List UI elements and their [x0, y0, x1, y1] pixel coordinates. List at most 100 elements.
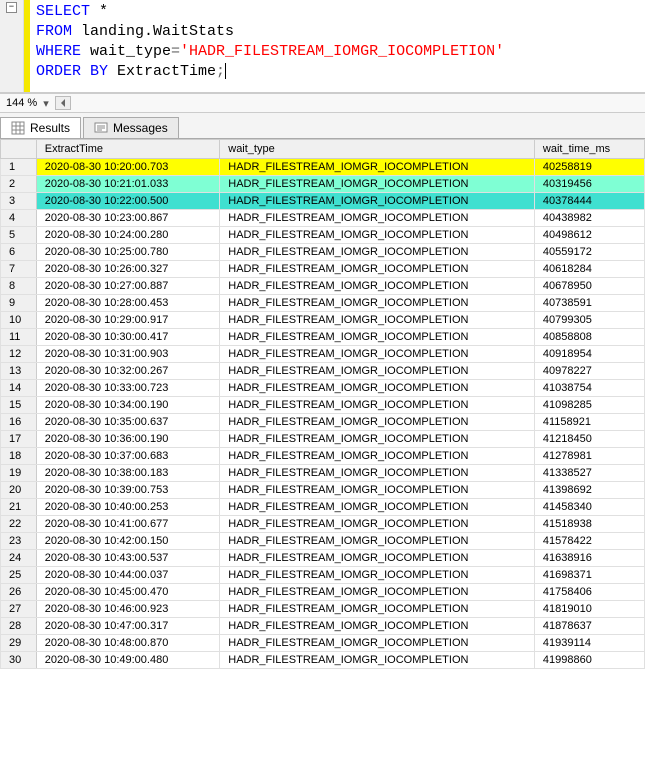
cell-waittimems[interactable]: 41578422 — [534, 533, 644, 550]
cell-waittype[interactable]: HADR_FILESTREAM_IOMGR_IOCOMPLETION — [220, 363, 535, 380]
col-header-waittimems[interactable]: wait_time_ms — [534, 140, 644, 159]
cell-waittimems[interactable]: 40319456 — [534, 176, 644, 193]
cell-waittimems[interactable]: 40498612 — [534, 227, 644, 244]
cell-extracttime[interactable]: 2020-08-30 10:30:00.417 — [36, 329, 219, 346]
cell-waittimems[interactable]: 40559172 — [534, 244, 644, 261]
row-number[interactable]: 28 — [1, 618, 37, 635]
table-row[interactable]: 262020-08-30 10:45:00.470HADR_FILESTREAM… — [1, 584, 645, 601]
cell-waittype[interactable]: HADR_FILESTREAM_IOMGR_IOCOMPLETION — [220, 618, 535, 635]
cell-waittype[interactable]: HADR_FILESTREAM_IOMGR_IOCOMPLETION — [220, 227, 535, 244]
row-number[interactable]: 5 — [1, 227, 37, 244]
row-number[interactable]: 11 — [1, 329, 37, 346]
sql-code[interactable]: SELECT * FROM landing.WaitStats WHERE wa… — [30, 0, 508, 92]
table-row[interactable]: 272020-08-30 10:46:00.923HADR_FILESTREAM… — [1, 601, 645, 618]
table-row[interactable]: 232020-08-30 10:42:00.150HADR_FILESTREAM… — [1, 533, 645, 550]
cell-waittype[interactable]: HADR_FILESTREAM_IOMGR_IOCOMPLETION — [220, 159, 535, 176]
cell-extracttime[interactable]: 2020-08-30 10:28:00.453 — [36, 295, 219, 312]
cell-waittimems[interactable]: 41758406 — [534, 584, 644, 601]
cell-waittimems[interactable]: 41158921 — [534, 414, 644, 431]
table-row[interactable]: 52020-08-30 10:24:00.280HADR_FILESTREAM_… — [1, 227, 645, 244]
cell-waittimems[interactable]: 41218450 — [534, 431, 644, 448]
cell-waittimems[interactable]: 40738591 — [534, 295, 644, 312]
table-row[interactable]: 282020-08-30 10:47:00.317HADR_FILESTREAM… — [1, 618, 645, 635]
cell-waittimems[interactable]: 41819010 — [534, 601, 644, 618]
cell-waittype[interactable]: HADR_FILESTREAM_IOMGR_IOCOMPLETION — [220, 635, 535, 652]
cell-extracttime[interactable]: 2020-08-30 10:39:00.753 — [36, 482, 219, 499]
cell-waittimems[interactable]: 40378444 — [534, 193, 644, 210]
table-row[interactable]: 252020-08-30 10:44:00.037HADR_FILESTREAM… — [1, 567, 645, 584]
col-header-extracttime[interactable]: ExtractTime — [36, 140, 219, 159]
row-number[interactable]: 1 — [1, 159, 37, 176]
sql-editor[interactable]: − SELECT * FROM landing.WaitStats WHERE … — [0, 0, 645, 93]
row-number[interactable]: 19 — [1, 465, 37, 482]
row-number[interactable]: 22 — [1, 516, 37, 533]
cell-waittype[interactable]: HADR_FILESTREAM_IOMGR_IOCOMPLETION — [220, 584, 535, 601]
cell-extracttime[interactable]: 2020-08-30 10:32:00.267 — [36, 363, 219, 380]
row-number[interactable]: 27 — [1, 601, 37, 618]
table-row[interactable]: 242020-08-30 10:43:00.537HADR_FILESTREAM… — [1, 550, 645, 567]
row-number[interactable]: 30 — [1, 652, 37, 669]
cell-extracttime[interactable]: 2020-08-30 10:22:00.500 — [36, 193, 219, 210]
row-number[interactable]: 20 — [1, 482, 37, 499]
table-row[interactable]: 62020-08-30 10:25:00.780HADR_FILESTREAM_… — [1, 244, 645, 261]
row-number[interactable]: 21 — [1, 499, 37, 516]
cell-extracttime[interactable]: 2020-08-30 10:45:00.470 — [36, 584, 219, 601]
table-row[interactable]: 12020-08-30 10:20:00.703HADR_FILESTREAM_… — [1, 159, 645, 176]
table-row[interactable]: 182020-08-30 10:37:00.683HADR_FILESTREAM… — [1, 448, 645, 465]
row-number[interactable]: 24 — [1, 550, 37, 567]
cell-waittype[interactable]: HADR_FILESTREAM_IOMGR_IOCOMPLETION — [220, 176, 535, 193]
fold-toggle[interactable]: − — [6, 2, 17, 13]
cell-waittype[interactable]: HADR_FILESTREAM_IOMGR_IOCOMPLETION — [220, 312, 535, 329]
cell-waittype[interactable]: HADR_FILESTREAM_IOMGR_IOCOMPLETION — [220, 210, 535, 227]
cell-waittimems[interactable]: 40438982 — [534, 210, 644, 227]
cell-waittimems[interactable]: 41939114 — [534, 635, 644, 652]
row-number[interactable]: 15 — [1, 397, 37, 414]
cell-extracttime[interactable]: 2020-08-30 10:47:00.317 — [36, 618, 219, 635]
cell-extracttime[interactable]: 2020-08-30 10:35:00.637 — [36, 414, 219, 431]
tab-results[interactable]: Results — [0, 117, 81, 138]
cell-waittimems[interactable]: 41278981 — [534, 448, 644, 465]
row-number[interactable]: 2 — [1, 176, 37, 193]
cell-waittimems[interactable]: 40858808 — [534, 329, 644, 346]
cell-waittype[interactable]: HADR_FILESTREAM_IOMGR_IOCOMPLETION — [220, 329, 535, 346]
cell-waittimems[interactable]: 41518938 — [534, 516, 644, 533]
cell-waittimems[interactable]: 40678950 — [534, 278, 644, 295]
cell-extracttime[interactable]: 2020-08-30 10:40:00.253 — [36, 499, 219, 516]
cell-waittype[interactable]: HADR_FILESTREAM_IOMGR_IOCOMPLETION — [220, 380, 535, 397]
row-number[interactable]: 26 — [1, 584, 37, 601]
row-number[interactable]: 3 — [1, 193, 37, 210]
cell-waittype[interactable]: HADR_FILESTREAM_IOMGR_IOCOMPLETION — [220, 482, 535, 499]
cell-extracttime[interactable]: 2020-08-30 10:27:00.887 — [36, 278, 219, 295]
row-number[interactable]: 17 — [1, 431, 37, 448]
row-number[interactable]: 23 — [1, 533, 37, 550]
table-row[interactable]: 42020-08-30 10:23:00.867HADR_FILESTREAM_… — [1, 210, 645, 227]
cell-extracttime[interactable]: 2020-08-30 10:21:01.033 — [36, 176, 219, 193]
row-number[interactable]: 10 — [1, 312, 37, 329]
row-number[interactable]: 25 — [1, 567, 37, 584]
results-grid[interactable]: ExtractTime wait_type wait_time_ms 12020… — [0, 139, 645, 669]
cell-extracttime[interactable]: 2020-08-30 10:41:00.677 — [36, 516, 219, 533]
table-row[interactable]: 162020-08-30 10:35:00.637HADR_FILESTREAM… — [1, 414, 645, 431]
cell-extracttime[interactable]: 2020-08-30 10:24:00.280 — [36, 227, 219, 244]
table-row[interactable]: 192020-08-30 10:38:00.183HADR_FILESTREAM… — [1, 465, 645, 482]
cell-waittimems[interactable]: 41038754 — [534, 380, 644, 397]
row-number[interactable]: 6 — [1, 244, 37, 261]
tab-messages[interactable]: Messages — [83, 117, 179, 138]
zoom-level[interactable]: 144 % — [6, 97, 37, 109]
cell-waittype[interactable]: HADR_FILESTREAM_IOMGR_IOCOMPLETION — [220, 601, 535, 618]
cell-waittype[interactable]: HADR_FILESTREAM_IOMGR_IOCOMPLETION — [220, 550, 535, 567]
cell-extracttime[interactable]: 2020-08-30 10:38:00.183 — [36, 465, 219, 482]
cell-waittype[interactable]: HADR_FILESTREAM_IOMGR_IOCOMPLETION — [220, 465, 535, 482]
row-number[interactable]: 16 — [1, 414, 37, 431]
cell-waittype[interactable]: HADR_FILESTREAM_IOMGR_IOCOMPLETION — [220, 516, 535, 533]
table-row[interactable]: 222020-08-30 10:41:00.677HADR_FILESTREAM… — [1, 516, 645, 533]
cell-extracttime[interactable]: 2020-08-30 10:31:00.903 — [36, 346, 219, 363]
table-row[interactable]: 142020-08-30 10:33:00.723HADR_FILESTREAM… — [1, 380, 645, 397]
cell-waittype[interactable]: HADR_FILESTREAM_IOMGR_IOCOMPLETION — [220, 295, 535, 312]
table-row[interactable]: 102020-08-30 10:29:00.917HADR_FILESTREAM… — [1, 312, 645, 329]
cell-waittimems[interactable]: 41638916 — [534, 550, 644, 567]
cell-waittype[interactable]: HADR_FILESTREAM_IOMGR_IOCOMPLETION — [220, 397, 535, 414]
table-row[interactable]: 132020-08-30 10:32:00.267HADR_FILESTREAM… — [1, 363, 645, 380]
cell-extracttime[interactable]: 2020-08-30 10:43:00.537 — [36, 550, 219, 567]
row-number[interactable]: 13 — [1, 363, 37, 380]
